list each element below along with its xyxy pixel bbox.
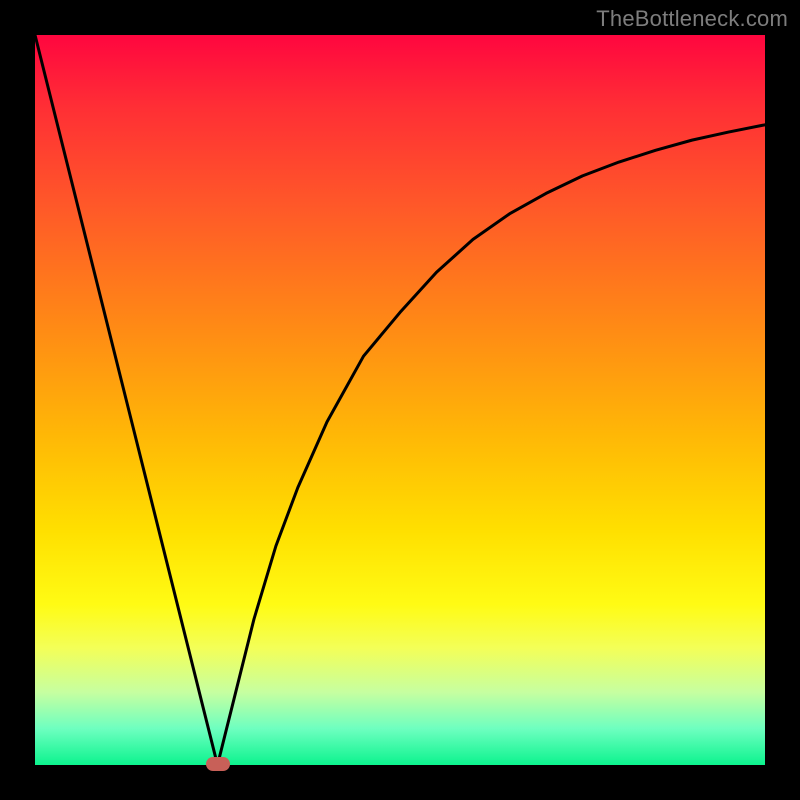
plot-area: [35, 35, 765, 765]
curve-svg: [35, 35, 765, 765]
curve-right-branch: [218, 125, 766, 765]
watermark-text: TheBottleneck.com: [596, 6, 788, 32]
minimum-marker: [206, 757, 230, 771]
curve-left-branch: [35, 35, 218, 765]
chart-frame: TheBottleneck.com: [0, 0, 800, 800]
